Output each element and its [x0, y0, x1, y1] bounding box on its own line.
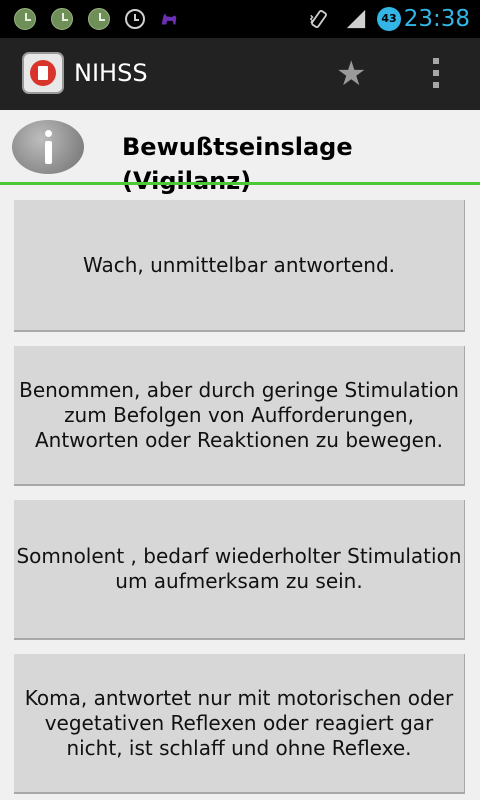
section-title: Bewußtseinslage (Vigilanz): [122, 133, 353, 195]
app-icon[interactable]: [22, 52, 64, 94]
option-button[interactable]: Somnolent , bedarf wiederholter Stimulat…: [14, 500, 465, 640]
info-icon[interactable]: [12, 120, 84, 174]
clock-icon: [88, 8, 110, 30]
battery-icon: 43: [377, 7, 401, 31]
clock-icon: [51, 8, 73, 30]
status-time: 23:38: [403, 6, 470, 32]
app-title: NIHSS: [74, 59, 148, 87]
status-bar: 43 23:38: [0, 0, 480, 38]
option-button[interactable]: Koma, antwortet nur mit motorischen oder…: [14, 654, 465, 794]
signal-icon: [346, 9, 366, 29]
llama-icon: [161, 13, 177, 25]
option-button[interactable]: Benommen, aber durch geringe Stimulation…: [14, 346, 465, 486]
section-header: Bewußtseinslage (Vigilanz): [0, 110, 480, 195]
alarm-icon: [125, 9, 145, 29]
overflow-menu-icon[interactable]: [432, 58, 440, 92]
header-divider: [0, 182, 480, 185]
star-icon[interactable]: ★: [336, 54, 366, 94]
vibrate-icon: [309, 9, 327, 29]
clock-icon: [14, 8, 36, 30]
action-bar: NIHSS ★: [0, 38, 480, 110]
option-button[interactable]: Wach, unmittelbar antwortend.: [14, 200, 465, 332]
